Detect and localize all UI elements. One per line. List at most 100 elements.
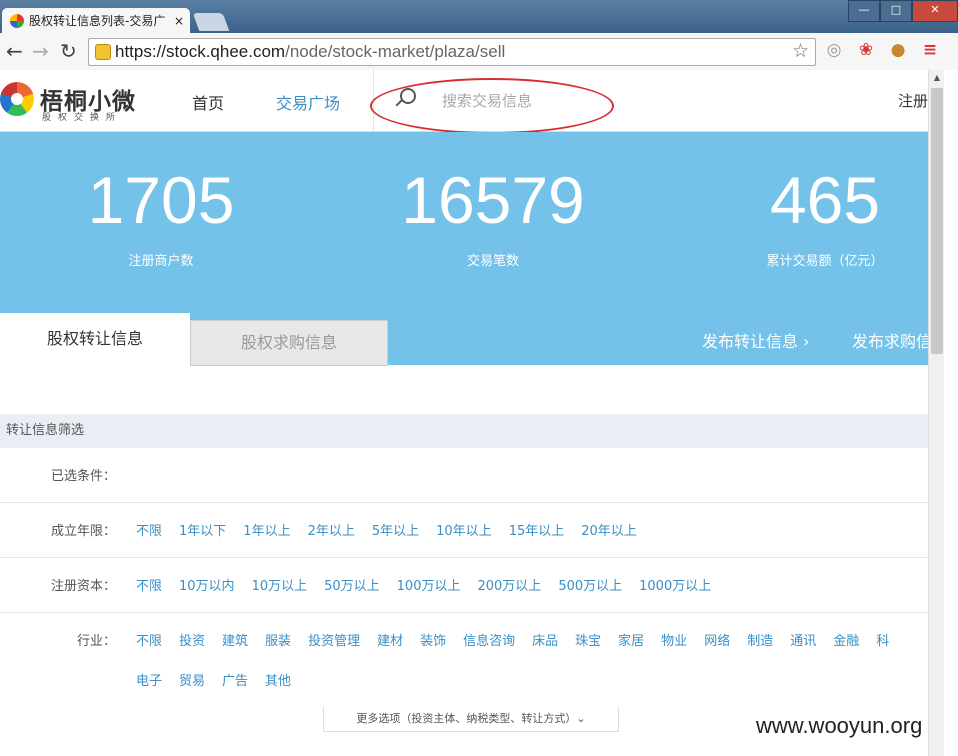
filter-option[interactable]: 不限 — [136, 524, 162, 539]
search-icon[interactable] — [400, 88, 416, 104]
filter-option[interactable]: 不限 — [136, 579, 162, 594]
maximize-button[interactable]: □ — [880, 0, 912, 22]
logo-icon[interactable] — [0, 82, 34, 116]
filter-option[interactable]: 物业 — [661, 634, 687, 649]
nav-trading-plaza[interactable]: 交易广场 — [276, 90, 340, 114]
stats-banner: 1705 注册商户数 16579 交易笔数 465 累计交易额（亿元） — [0, 132, 928, 313]
filter-label: 注册资本： — [50, 579, 116, 594]
filter-option[interactable]: 15年以上 — [509, 524, 565, 539]
stat-volume: 465 累计交易额（亿元） — [660, 160, 928, 269]
window-controls: — □ ✕ — [848, 0, 958, 22]
filter-options: 不限 1年以下 1年以上 2年以上 5年以上 10年以上 15年以上 20年以上 — [136, 520, 654, 539]
stat-label: 累计交易额（亿元） — [766, 254, 884, 269]
publish-purchase-link[interactable]: 发布求购信 — [852, 328, 928, 352]
stat-value: 1705 — [87, 163, 235, 237]
search-input[interactable] — [440, 88, 744, 114]
filter-option[interactable]: 科 — [876, 634, 889, 649]
page-viewport: 梧桐小微 股权交换所 首页 交易广场 注册 1705 注册商户数 16579 交… — [0, 70, 928, 756]
filter-option[interactable]: 50万以上 — [324, 579, 380, 594]
filter-options-line2: 电子 贸易 广告 其他 — [136, 670, 308, 689]
browser-tab[interactable]: 股权转让信息列表-交易广 × — [2, 8, 190, 33]
filter-option[interactable]: 信息咨询 — [463, 634, 515, 649]
search-box — [373, 70, 904, 131]
stat-value: 465 — [769, 163, 881, 237]
tab-title: 股权转让信息列表-交易广 — [29, 14, 166, 28]
address-bar[interactable]: https://stock.qhee.com/node/stock-market… — [88, 38, 816, 66]
filter-option[interactable]: 2年以上 — [308, 524, 355, 539]
filter-option[interactable]: 500万以上 — [558, 579, 622, 594]
filter-option[interactable]: 建筑 — [222, 634, 248, 649]
filter-option[interactable]: 10万以上 — [252, 579, 308, 594]
extension-network-icon[interactable]: ❀ — [856, 40, 876, 60]
filter-option[interactable]: 10万以内 — [179, 579, 235, 594]
site-favicon-icon — [10, 13, 24, 28]
filter-row-age: 成立年限： 不限 1年以下 1年以上 2年以上 5年以上 10年以上 15年以上 20年以上 — [0, 503, 928, 558]
filter-option[interactable]: 1000万以上 — [639, 579, 711, 594]
filter-option[interactable]: 建材 — [377, 634, 403, 649]
reload-icon[interactable]: ↻ — [60, 39, 77, 63]
scrollbar-thumb[interactable] — [931, 88, 943, 354]
nav-home[interactable]: 首页 — [192, 90, 224, 114]
filter-option[interactable]: 200万以上 — [477, 579, 541, 594]
lock-icon — [95, 44, 111, 60]
register-link[interactable]: 注册 — [898, 90, 928, 111]
filter-title: 转让信息筛选 — [0, 414, 928, 448]
filter-row-capital: 注册资本： 不限 10万以内 10万以上 50万以上 100万以上 200万以上 500万以… — [0, 558, 928, 613]
filter-option[interactable]: 投资管理 — [308, 634, 360, 649]
minimize-button[interactable]: — — [848, 0, 880, 22]
filter-option[interactable]: 100万以上 — [397, 579, 461, 594]
forward-arrow-icon[interactable]: → — [32, 39, 49, 63]
filter-option[interactable]: 制造 — [747, 634, 773, 649]
publish-transfer-link[interactable]: 发布转让信息 › — [702, 328, 810, 352]
filter-option[interactable]: 其他 — [265, 674, 291, 689]
browser-menu-icon[interactable]: ≡ — [920, 40, 940, 60]
filter-option[interactable]: 床品 — [532, 634, 558, 649]
filter-label: 行业： — [76, 634, 116, 649]
site-header: 梧桐小微 股权交换所 首页 交易广场 注册 — [0, 70, 928, 134]
window-edge — [944, 70, 958, 756]
extension-circle-icon[interactable]: ◎ — [824, 40, 844, 60]
url-path: /node/stock-market/plaza/sell — [285, 42, 506, 61]
filter-option[interactable]: 电子 — [136, 674, 162, 689]
back-arrow-icon[interactable]: ← — [6, 39, 23, 63]
filter-row-selected: 已选条件： — [0, 448, 928, 503]
filter-option[interactable]: 珠宝 — [575, 634, 601, 649]
filter-option[interactable]: 网络 — [704, 634, 730, 649]
stat-trades: 16579 交易笔数 — [328, 160, 658, 269]
filter-option[interactable]: 装饰 — [420, 634, 446, 649]
listing-tabs: 股权转让信息 股权求购信息 发布转让信息 › 发布求购信 — [0, 313, 928, 366]
filter-option[interactable]: 20年以上 — [581, 524, 637, 539]
filter-option[interactable]: 贸易 — [179, 674, 205, 689]
browser-toolbar: ← → ↻ https://stock.qhee.com/node/stock-… — [0, 33, 958, 71]
tab-equity-transfer[interactable]: 股权转让信息 — [0, 313, 190, 365]
scroll-up-icon[interactable]: ▲ — [929, 70, 945, 86]
watermark-text: www.wooyun.org — [752, 713, 927, 739]
stat-value: 16579 — [401, 163, 585, 237]
window-close-button[interactable]: ✕ — [912, 0, 958, 22]
stat-label: 交易笔数 — [466, 254, 519, 269]
filter-option[interactable]: 金融 — [833, 634, 859, 649]
filter-option[interactable]: 10年以上 — [436, 524, 492, 539]
page-scrollbar[interactable]: ▲ — [928, 70, 945, 756]
tab-equity-purchase[interactable]: 股权求购信息 — [190, 320, 388, 366]
filter-option[interactable]: 1年以下 — [179, 524, 226, 539]
filter-option[interactable]: 1年以上 — [243, 524, 290, 539]
more-options-toggle[interactable]: 更多选项（投资主体、纳税类型、转让方式）⌄ — [323, 707, 619, 732]
filter-options: 不限 10万以内 10万以上 50万以上 100万以上 200万以上 500万以上 1000万… — [136, 575, 728, 594]
tab-close-icon[interactable]: × — [172, 14, 186, 28]
filter-option[interactable]: 家居 — [618, 634, 644, 649]
filter-option[interactable]: 投资 — [179, 634, 205, 649]
extension-icons: ◎ ❀ ● ≡ — [824, 40, 940, 60]
filter-option[interactable]: 不限 — [136, 634, 162, 649]
filter-option[interactable]: 5年以上 — [372, 524, 419, 539]
new-tab-button[interactable] — [192, 13, 230, 31]
filter-option[interactable]: 广告 — [222, 674, 248, 689]
cookie-icon[interactable]: ● — [888, 40, 908, 60]
stat-merchants: 1705 注册商户数 — [0, 160, 326, 269]
logo-subtitle: 股权交换所 — [42, 113, 123, 123]
filter-option[interactable]: 通讯 — [790, 634, 816, 649]
url-text: https://stock.qhee.com/node/stock-market… — [115, 42, 505, 62]
bookmark-star-icon[interactable]: ☆ — [792, 40, 809, 62]
filter-option[interactable]: 服装 — [265, 634, 291, 649]
url-prefix: https:// — [115, 42, 167, 61]
